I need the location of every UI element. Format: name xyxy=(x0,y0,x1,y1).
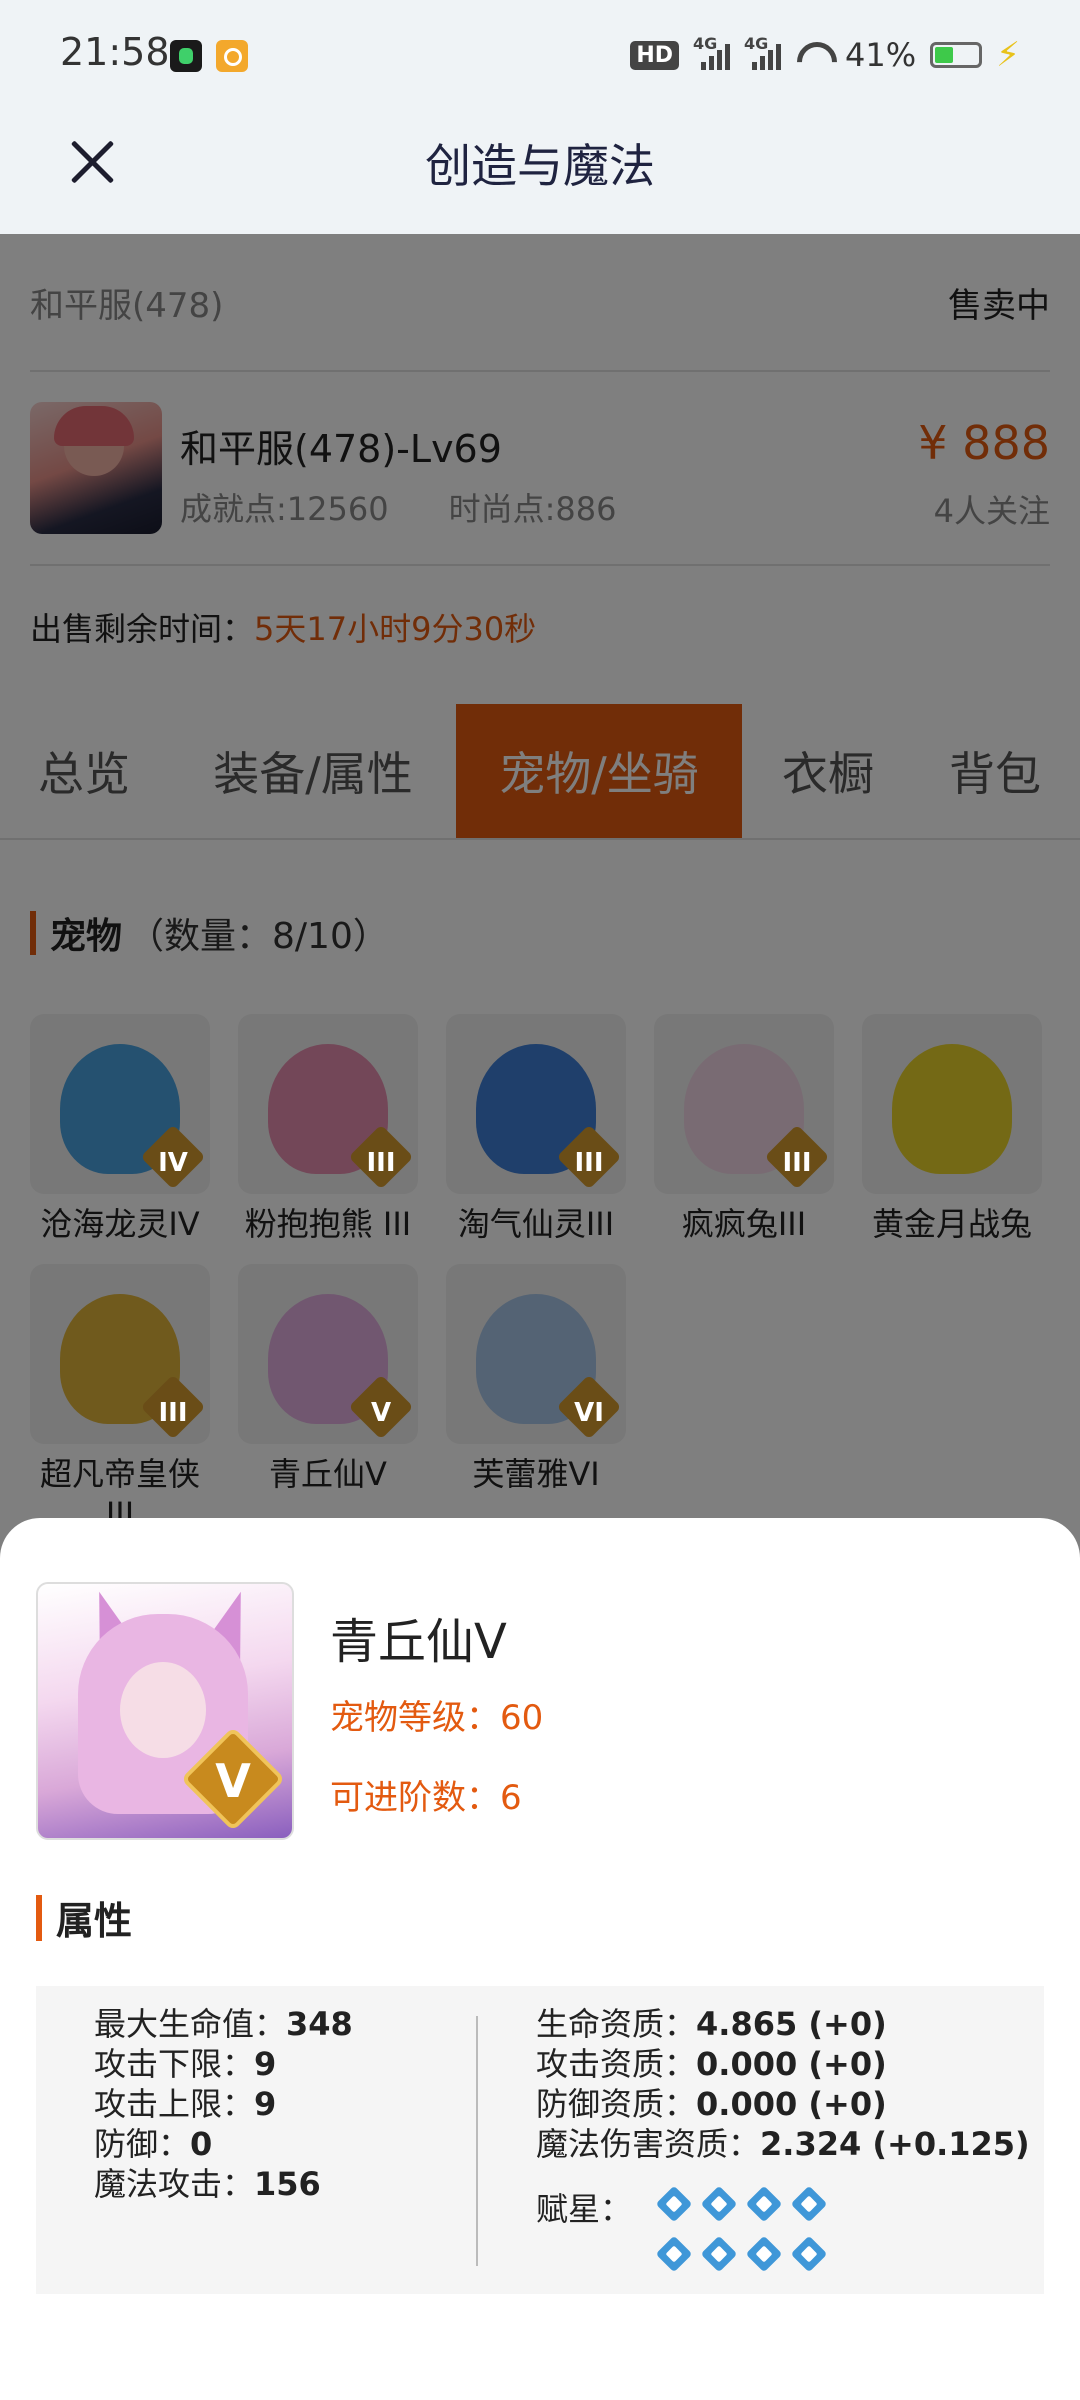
star-icon xyxy=(699,2234,739,2274)
status-bar: 21:58 HD 4G 4G 41% ⚡ xyxy=(0,0,1080,112)
hd-icon: HD xyxy=(630,40,679,70)
star-icon xyxy=(654,2234,694,2274)
battery-percent: 41% xyxy=(845,36,917,74)
app-notification-icon-2 xyxy=(216,40,248,72)
attr-row: 魔法攻击：156 xyxy=(94,2165,321,2203)
pet-level: 宠物等级：60 xyxy=(330,1698,544,1738)
attributes-panel: 最大生命值：348 攻击下限：9 攻击上限：9 防御：0 魔法攻击：156 生命… xyxy=(36,1986,1044,2294)
status-time: 21:58 xyxy=(60,30,170,74)
star-icon xyxy=(699,2184,739,2224)
star-rating xyxy=(654,2182,864,2282)
attr-row: 攻击资质：0.000 (+0) xyxy=(536,2045,887,2083)
signal-icon-2: 4G xyxy=(744,34,781,70)
page-title: 创造与魔法 xyxy=(425,139,655,193)
wifi-icon xyxy=(795,40,831,70)
attr-row: 防御资质：0.000 (+0) xyxy=(536,2085,887,2123)
pet-detail-name: 青丘仙V xyxy=(330,1614,507,1670)
charging-icon: ⚡ xyxy=(996,35,1020,75)
attr-row: 魔法伤害资质：2.324 (+0.125) xyxy=(536,2125,1030,2163)
star-icon xyxy=(789,2184,829,2224)
section-marker xyxy=(36,1894,42,1941)
app-bar: 创造与魔法 xyxy=(0,112,1080,234)
star-icon xyxy=(789,2234,829,2274)
pet-advance-count: 可进阶数：6 xyxy=(330,1778,522,1818)
aptitude-attributes: 生命资质：4.865 (+0) 攻击资质：0.000 (+0) 防御资质：0.0… xyxy=(536,2004,1030,2164)
base-attributes: 最大生命值：348 攻击下限：9 攻击上限：9 防御：0 魔法攻击：156 xyxy=(94,2004,353,2204)
attr-row: 防御：0 xyxy=(94,2125,213,2163)
star-icon xyxy=(744,2234,784,2274)
star-icon xyxy=(654,2184,694,2224)
app-notification-icon xyxy=(170,40,202,72)
attr-row: 生命资质：4.865 (+0) xyxy=(536,2005,887,2043)
battery-icon xyxy=(930,42,983,68)
attr-row: 最大生命值：348 xyxy=(94,2005,353,2043)
stars-label: 赋星： xyxy=(536,2190,633,2228)
attributes-header: 属性 xyxy=(36,1890,132,1945)
status-indicators: HD 4G 4G 41% ⚡ xyxy=(630,30,1020,80)
attr-row: 攻击上限：9 xyxy=(94,2085,277,2123)
pet-detail-sheet: V 青丘仙V 宠物等级：60 可进阶数：6 属性 最大生命值：348 攻击下限：… xyxy=(0,1518,1080,2400)
attributes-title: 属性 xyxy=(56,1899,133,1943)
pet-detail-image: V xyxy=(36,1582,294,1840)
signal-icon: 4G xyxy=(693,34,730,70)
divider xyxy=(476,2016,478,2266)
attr-row: 攻击下限：9 xyxy=(94,2045,277,2083)
star-icon xyxy=(744,2184,784,2224)
